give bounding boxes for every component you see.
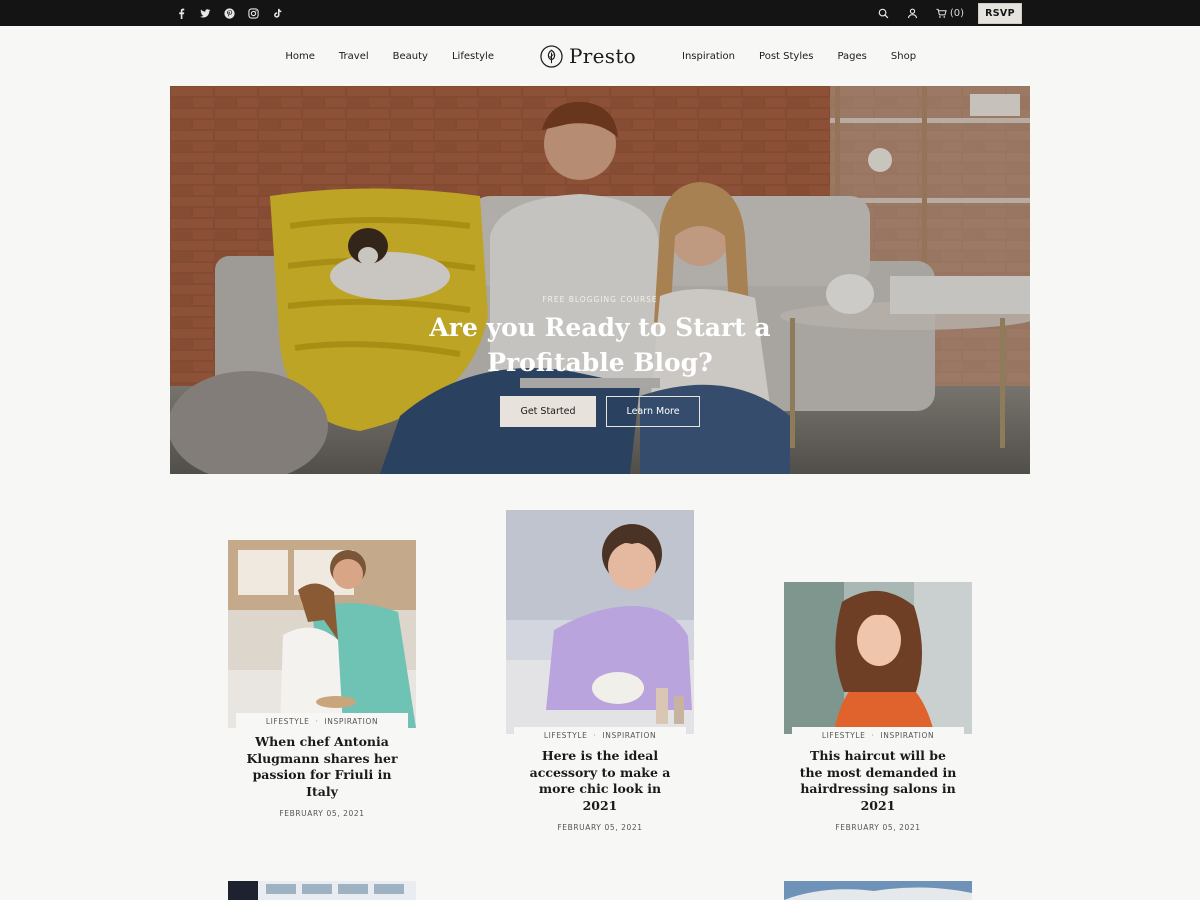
post-title[interactable]: This haircut will be the most demanded i… [792,748,964,814]
post-thumbnail[interactable] [506,510,694,734]
facebook-icon[interactable] [176,8,187,19]
category-link-lifestyle[interactable]: LIFESTYLE [266,717,310,726]
twitter-icon[interactable] [200,8,211,19]
nav-item-inspiration[interactable]: Inspiration [682,51,735,62]
next-post-thumbnail[interactable] [228,881,416,900]
instagram-icon[interactable] [248,7,259,19]
category-separator: · [315,717,319,726]
post-image [228,540,416,728]
search-icon [878,8,889,18]
hero-banner: FREE BLOGGING COURSE Are you Ready to St… [170,86,1030,474]
search-button[interactable] [878,8,889,19]
post-title[interactable]: Here is the ideal accessory to make a mo… [514,748,686,814]
rsvp-button[interactable]: RSVP [978,2,1022,24]
cart-count: (0) [949,7,964,19]
get-started-button[interactable]: Get Started [500,396,596,427]
top-bar: (0) RSVP [0,0,1200,26]
post-image [784,881,972,900]
post-date: FEBRUARY 05, 2021 [835,823,921,832]
nav-item-beauty[interactable]: Beauty [393,51,428,62]
post-categories: LIFESTYLE · INSPIRATION [236,717,408,726]
post-image [506,510,694,734]
social-links [176,0,283,26]
nav-item-pages[interactable]: Pages [837,51,866,62]
top-actions: (0) RSVP [878,0,1022,26]
post-categories: LIFESTYLE · INSPIRATION [514,731,686,740]
primary-nav-right: Inspiration Post Styles Pages Shop [682,26,916,86]
post-thumbnail[interactable] [228,540,416,728]
post-categories: LIFESTYLE · INSPIRATION [792,731,964,740]
post-thumbnail[interactable] [784,582,972,734]
nav-item-travel[interactable]: Travel [339,51,369,62]
account-button[interactable] [907,8,918,19]
category-link-lifestyle[interactable]: LIFESTYLE [822,731,866,740]
hero-eyebrow: FREE BLOGGING COURSE [542,295,658,304]
post-image [784,582,972,734]
post-image [228,881,416,900]
logo-text: Presto [569,44,636,68]
nav-item-lifestyle[interactable]: Lifestyle [452,51,494,62]
user-icon [907,8,917,18]
pinterest-icon[interactable] [224,7,235,19]
post-card-body: LIFESTYLE · INSPIRATION When chef Antoni… [236,713,408,818]
category-link-lifestyle[interactable]: LIFESTYLE [544,731,588,740]
next-post-thumbnail[interactable] [784,881,972,900]
post-title[interactable]: When chef Antonia Klugmann shares her pa… [236,734,408,800]
cart-icon [936,8,947,18]
hero-title: Are you Ready to Start a Profitable Blog… [429,313,771,377]
post-card-body: LIFESTYLE · INSPIRATION Here is the idea… [514,727,686,832]
category-link-inspiration[interactable]: INSPIRATION [324,717,378,726]
nav-item-shop[interactable]: Shop [891,51,916,62]
tiktok-icon[interactable] [272,8,283,19]
hero-content: FREE BLOGGING COURSE Are you Ready to St… [170,295,1030,427]
nav-item-post-styles[interactable]: Post Styles [759,51,813,62]
nav-item-home[interactable]: Home [285,51,315,62]
category-link-inspiration[interactable]: INSPIRATION [602,731,656,740]
site-header: Home Travel Beauty Lifestyle Presto Insp… [0,26,1200,86]
site-logo[interactable]: Presto [540,43,636,69]
logo-leaf-icon [540,44,563,68]
category-separator: · [871,731,875,740]
category-separator: · [593,731,597,740]
learn-more-button[interactable]: Learn More [606,396,700,427]
cart-button[interactable]: (0) [936,8,964,19]
post-card-body: LIFESTYLE · INSPIRATION This haircut wil… [792,727,964,832]
hero-buttons: Get Started Learn More [170,396,1030,427]
post-date: FEBRUARY 05, 2021 [279,809,365,818]
category-link-inspiration[interactable]: INSPIRATION [880,731,934,740]
post-date: FEBRUARY 05, 2021 [557,823,643,832]
primary-nav-left: Home Travel Beauty Lifestyle [285,26,494,86]
